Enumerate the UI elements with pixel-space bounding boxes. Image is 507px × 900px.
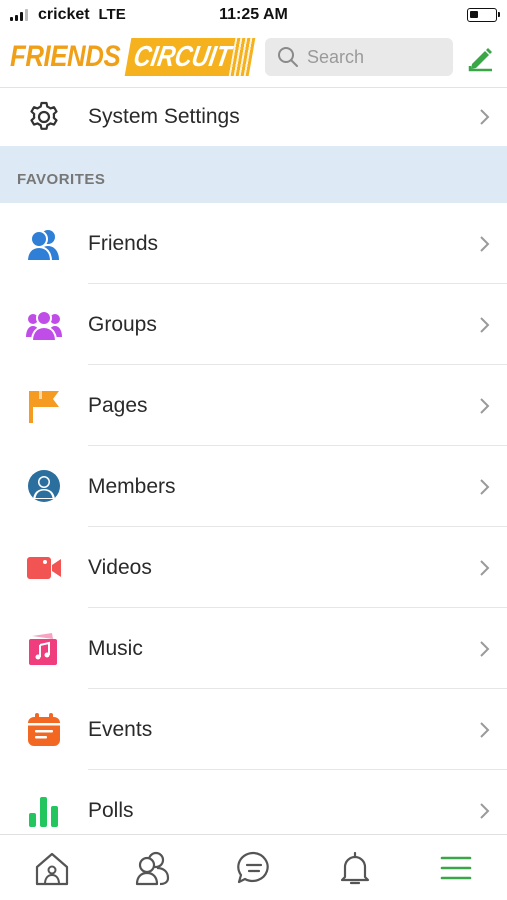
list-item-label: Music [88, 636, 143, 660]
chevron-right-icon [480, 109, 490, 125]
home-icon [35, 852, 69, 886]
search-icon [278, 47, 298, 67]
poll-icon [26, 793, 62, 829]
members-icon [26, 469, 62, 505]
music-icon [26, 631, 62, 667]
system-settings-row[interactable]: System Settings [0, 88, 507, 146]
calendar-icon [26, 712, 62, 748]
list-item-members[interactable]: Members [0, 446, 507, 527]
gear-icon [26, 99, 62, 135]
chevron-right-icon [480, 721, 490, 738]
menu-icon [440, 856, 472, 880]
groups-icon [26, 307, 62, 343]
battery-icon [467, 8, 500, 22]
video-icon [26, 550, 62, 586]
search-input[interactable] [307, 46, 447, 68]
chevron-right-icon [480, 316, 490, 333]
list-item-label: Polls [88, 798, 134, 822]
friends-circuit-logo[interactable]: FRIENDS CIRCUIT [10, 38, 256, 76]
chevron-right-icon [480, 559, 490, 576]
chevron-right-icon [480, 478, 490, 495]
list-item-label: Members [88, 474, 176, 498]
list-item-label: Groups [88, 312, 157, 336]
chevron-right-icon [480, 397, 490, 414]
friends-icon [26, 226, 62, 262]
list-item-label: Events [88, 717, 153, 741]
flag-icon [26, 388, 62, 424]
list-item-label: Friends [88, 231, 159, 255]
list-item-music[interactable]: Music [0, 608, 507, 689]
tab-friends[interactable] [133, 849, 173, 887]
list-item-label: Videos [88, 555, 152, 579]
list-item-label: Pages [88, 393, 148, 417]
friends-tab-icon [135, 851, 170, 886]
compose-pencil-icon[interactable] [466, 44, 494, 72]
bell-icon [340, 851, 370, 885]
chevron-right-icon [480, 640, 490, 657]
tab-menu[interactable] [436, 849, 476, 887]
tab-home[interactable] [32, 849, 72, 887]
status-bar: cricket LTE 11:25 AM [0, 0, 507, 30]
messages-icon [237, 851, 269, 884]
app-header: FRIENDS CIRCUIT [0, 30, 507, 88]
list-item-events[interactable]: Events [0, 689, 507, 770]
list-item-videos[interactable]: Videos [0, 527, 507, 608]
bottom-tab-bar [0, 834, 507, 900]
list-item-friends[interactable]: Friends [0, 203, 507, 284]
favorites-list: Friends Groups Pages Members Videos Musi… [0, 203, 507, 851]
list-item-groups[interactable]: Groups [0, 284, 507, 365]
list-item-pages[interactable]: Pages [0, 365, 507, 446]
status-time: 11:25 AM [219, 6, 288, 23]
logo-friends-text: FRIENDS [10, 40, 121, 73]
logo-circuit-text: CIRCUIT [124, 38, 256, 76]
chevron-right-icon [480, 235, 490, 252]
favorites-title: FAVORITES [17, 171, 106, 188]
favorites-section-header: FAVORITES [0, 146, 507, 203]
tab-notifications[interactable] [335, 849, 375, 887]
tab-messages[interactable] [234, 849, 274, 887]
chevron-right-icon [480, 802, 490, 819]
system-settings-label: System Settings [88, 105, 240, 128]
search-bar[interactable] [265, 38, 453, 76]
